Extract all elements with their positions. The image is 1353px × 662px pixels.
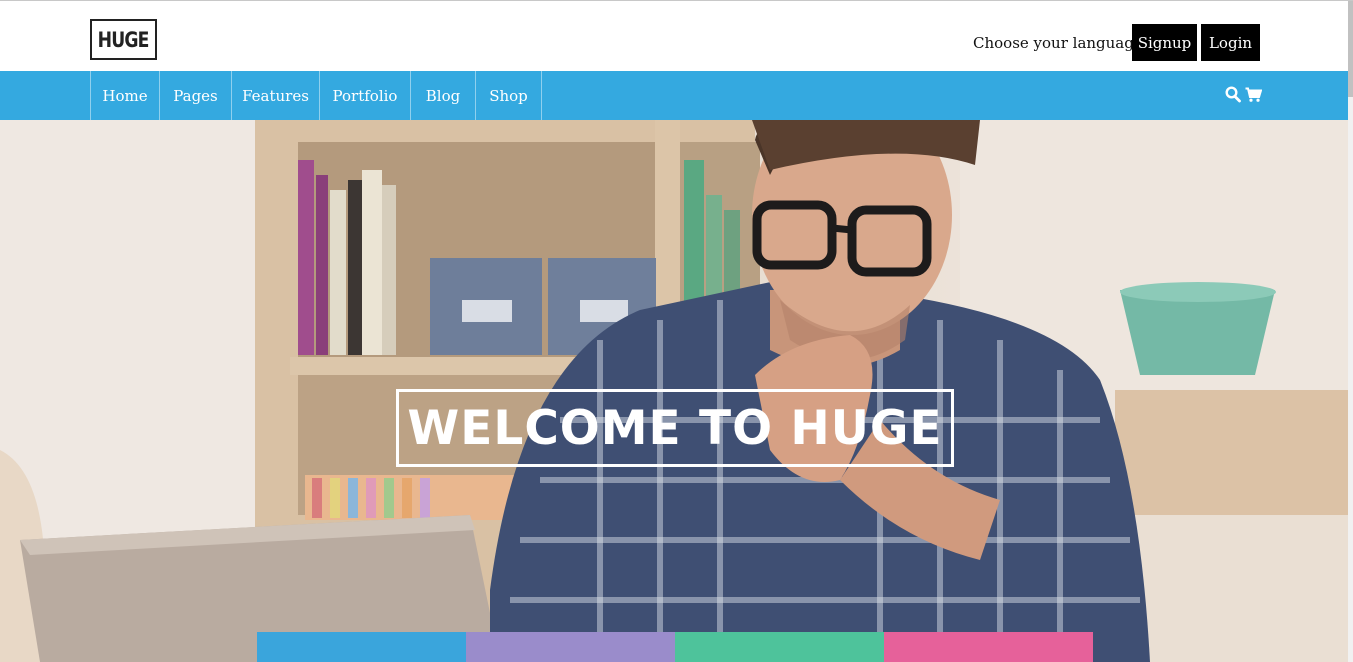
nav-icons [1225,86,1263,107]
signup-button[interactable]: Signup [1132,24,1197,61]
nav-item-blog[interactable]: Blog [410,71,475,120]
hero-title: WELCOME TO HUGE [407,400,943,456]
nav-menu: Home Pages Features Portfolio Blog Shop [90,71,542,120]
cart-icon[interactable] [1245,86,1263,107]
feature-tile-purple[interactable] [466,632,675,662]
site-logo[interactable]: HUGE [90,19,157,60]
feature-tiles [257,632,1093,662]
nav-item-shop[interactable]: Shop [475,71,542,120]
feature-tile-pink[interactable] [884,632,1093,662]
logo-text: HUGE [97,27,150,52]
main-nav: Home Pages Features Portfolio Blog Shop [0,71,1348,120]
language-selector[interactable]: Choose your language [973,34,1143,52]
nav-item-home[interactable]: Home [90,71,159,120]
page-scrollbar[interactable] [1348,1,1353,662]
login-button[interactable]: Login [1201,24,1260,61]
feature-tile-blue[interactable] [257,632,466,662]
nav-item-pages[interactable]: Pages [159,71,231,120]
site-header: HUGE Choose your language Signup Login [0,1,1348,71]
scrollbar-thumb[interactable] [1348,1,1353,97]
hero-title-box: WELCOME TO HUGE [396,389,954,467]
feature-tile-green[interactable] [675,632,884,662]
hero-section: WELCOME TO HUGE [0,120,1348,662]
nav-item-features[interactable]: Features [231,71,319,120]
search-icon[interactable] [1225,86,1241,107]
nav-item-portfolio[interactable]: Portfolio [319,71,410,120]
